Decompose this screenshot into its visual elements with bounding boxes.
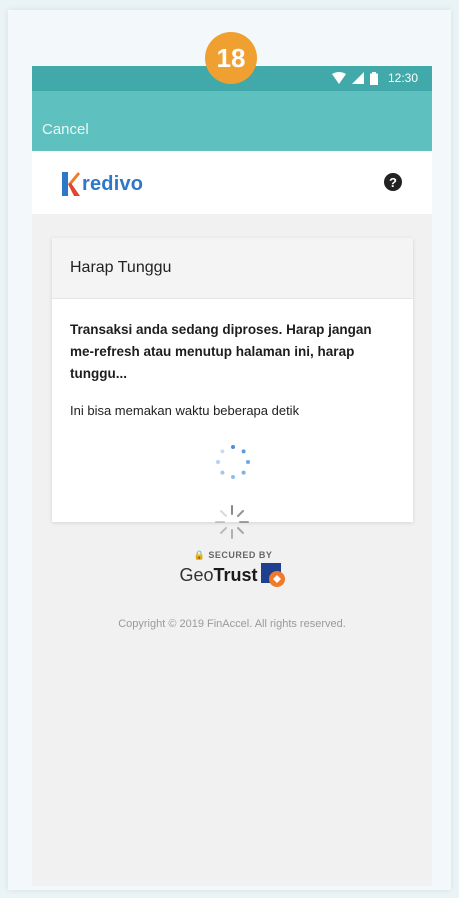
geotrust-text: GeoTrust [179, 564, 258, 585]
step-badge: 18 [205, 32, 257, 84]
kredivo-logo: redivo [62, 169, 143, 199]
secured-by-label: 🔒 SECURED BY [193, 550, 273, 560]
copyright: Copyright © 2019 FinAccel. All rights re… [118, 618, 346, 630]
app-bar: Cancel [32, 91, 432, 151]
card-title: Harap Tunggu [52, 238, 413, 299]
geotrust-logo: GeoTrust [168, 563, 298, 587]
logo-text: redivo [82, 172, 144, 195]
signal-icon [351, 72, 364, 84]
cancel-button[interactable]: Cancel [42, 121, 89, 138]
wifi-icon [331, 72, 346, 84]
wait-note: Ini bisa memakan waktu beberapa detik [70, 403, 300, 418]
geotrust-seal[interactable]: 🔒 SECURED BY GeoTrust [168, 550, 298, 587]
loading-lines-spinner-icon [215, 505, 249, 539]
help-glyph: ? [389, 174, 397, 190]
kredivo-k-mark [62, 172, 80, 196]
brand-bar: redivo ? [32, 151, 432, 214]
processing-message: Transaksi anda sedang diproses. Harap ja… [70, 322, 372, 381]
loading-dots-spinner-icon [216, 445, 250, 479]
status-time: 12:30 [387, 71, 418, 85]
card-body: Transaksi anda sedang diproses. Harap ja… [52, 299, 413, 418]
status-icons: 12:30 [331, 70, 418, 86]
waiting-card: Harap Tunggu Transaksi anda sedang dipro… [52, 238, 413, 522]
geotrust-mark-icon [260, 563, 285, 587]
phone-screen: 12:30 Cancel redivo ? Harap Tunggu Trans… [32, 66, 432, 886]
help-icon[interactable]: ? [384, 173, 402, 191]
battery-icon [369, 71, 378, 85]
